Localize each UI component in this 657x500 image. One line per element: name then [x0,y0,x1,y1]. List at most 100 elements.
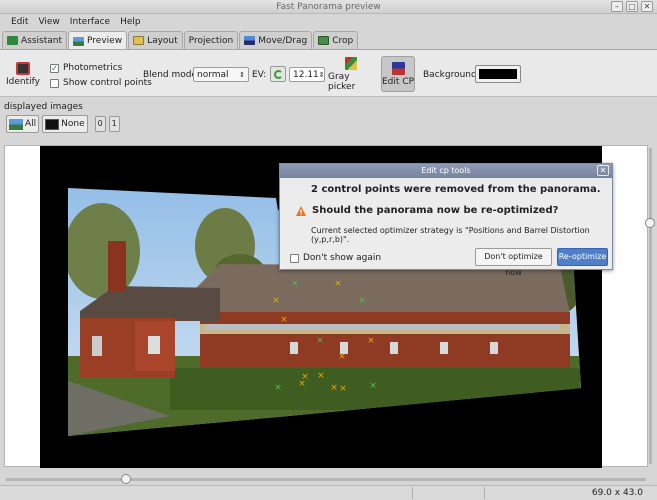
checkbox-box [50,78,59,88]
move-drag-icon [244,36,256,45]
cp-marker: × [291,279,299,289]
background-color-button[interactable] [475,65,521,83]
tab-layout[interactable]: Layout [128,31,183,49]
checkbox-box [290,253,299,263]
tab-label: Preview [87,36,123,46]
tab-preview[interactable]: Preview [68,31,128,50]
horizontal-fov-slider-track [6,478,646,481]
tab-label: Crop [332,35,354,46]
updown-arrows-icon: ⇕ [318,70,325,79]
cp-marker: × [339,384,347,394]
cp-marker: × [298,379,306,389]
photometrics-checkbox[interactable]: ✓ Photometrics [50,63,122,73]
displayed-images-controls: All None 0 1 [6,115,120,133]
edit-cp-button[interactable]: Edit CP [381,56,415,92]
no-images-icon [45,118,60,130]
ev-reset-button[interactable] [270,66,286,82]
window-controls: – □ ✕ [611,1,653,12]
refresh-icon [273,70,283,79]
tab-crop[interactable]: Crop [313,31,359,49]
reoptimize-button[interactable]: Re-optimize [557,248,608,266]
minimize-button[interactable]: – [611,1,623,12]
cp-marker: × [272,296,280,306]
gray-picker-button[interactable]: Gray picker [328,56,374,92]
dialog-close-button[interactable]: ✕ [597,165,609,176]
show-none-label: None [61,119,85,129]
vertical-fov-slider-track [649,148,652,464]
show-none-button[interactable]: None [42,115,88,133]
menu-view[interactable]: View [33,14,64,30]
gray-picker-label: Gray picker [328,71,356,92]
show-control-points-label: Show control points [63,78,152,88]
warning-icon [296,205,306,216]
dialog-question-row: Should the panorama now be re-optimized? [296,205,558,216]
cp-marker: × [369,381,377,391]
identify-button[interactable]: Identify [6,56,40,92]
identify-icon [16,61,30,75]
tab-move-drag[interactable]: Move/Drag [239,31,313,49]
cp-marker: × [358,296,366,306]
tab-bar: Assistant Preview Layout Projection Move… [2,31,359,50]
edit-cp-icon [391,61,405,75]
tab-assistant[interactable]: Assistant [2,31,68,49]
ev-spinbox[interactable]: 12.11 ⇕ [289,67,325,82]
menu-help[interactable]: Help [115,14,146,30]
all-images-icon [9,118,23,130]
ev-value: 12.11 [293,69,319,80]
blend-mode-label: Blend mode: [143,70,201,80]
edit-cp-label: Edit CP [382,76,415,87]
image-toggle-1[interactable]: 1 [108,116,120,132]
layout-icon [133,36,145,45]
show-control-points-checkbox[interactable]: Show control points [50,78,152,88]
cp-marker: × [280,315,288,325]
show-all-button[interactable]: All [6,115,40,133]
tab-projection[interactable]: Projection [183,31,239,49]
background-label: Background: [423,70,480,80]
window-titlebar: Fast Panorama preview – □ ✕ [0,0,657,14]
menubar: Edit View Interface Help [0,14,657,30]
dialog-headline: 2 control points were removed from the p… [311,184,601,195]
cp-marker: × [274,383,282,393]
vertical-fov-slider[interactable] [645,218,655,228]
menu-interface[interactable]: Interface [65,14,115,30]
cp-marker: × [367,336,375,346]
cp-marker: × [334,279,342,289]
preview-icon [73,36,85,46]
dialog-question: Should the panorama now be re-optimized? [312,205,559,216]
dont-optimize-button[interactable]: Don't optimize now [475,248,552,277]
dont-show-again-label: Don't show again [303,253,382,263]
menu-edit[interactable]: Edit [6,14,33,30]
edit-cp-dialog: Edit cp tools ✕ 2 control points were re… [279,163,613,277]
identify-label: Identify [6,76,40,87]
window-title: Fast Panorama preview [276,2,381,12]
assistant-icon [7,36,18,45]
blend-mode-value: normal [197,69,229,80]
tab-label: Layout [147,35,178,46]
gray-picker-icon [345,56,357,70]
updown-arrows-icon: ⇕ [239,70,245,79]
dialog-titlebar: Edit cp tools ✕ [280,164,612,178]
close-button[interactable]: ✕ [641,1,653,12]
crop-icon [318,36,330,45]
checkmark-icon: ✓ [50,63,59,73]
ev-label: EV: [252,70,267,80]
preview-toolbar: Identify ✓ Photometrics Show control poi… [0,49,657,97]
dont-show-again-checkbox[interactable]: Don't show again [290,253,381,263]
horizontal-fov-slider[interactable] [121,474,131,484]
status-divider [412,487,413,499]
cp-marker: × [316,336,324,346]
cp-marker: × [338,352,346,362]
displayed-images-label: displayed images [4,102,83,112]
dialog-info: Current selected optimizer strategy is "… [311,226,590,244]
dialog-title: Edit cp tools [421,166,471,175]
cp-marker: × [330,383,338,393]
blend-mode-select[interactable]: normal ⇕ [193,67,249,82]
cp-marker: × [317,371,325,381]
status-bar: 69.0 x 43.0 [0,485,657,500]
fov-readout: 69.0 x 43.0 [591,488,643,498]
tab-label: Move/Drag [258,35,308,46]
photometrics-label: Photometrics [63,63,123,73]
maximize-button[interactable]: □ [626,1,638,12]
background-color-swatch [479,69,517,79]
image-toggle-0[interactable]: 0 [94,116,106,132]
